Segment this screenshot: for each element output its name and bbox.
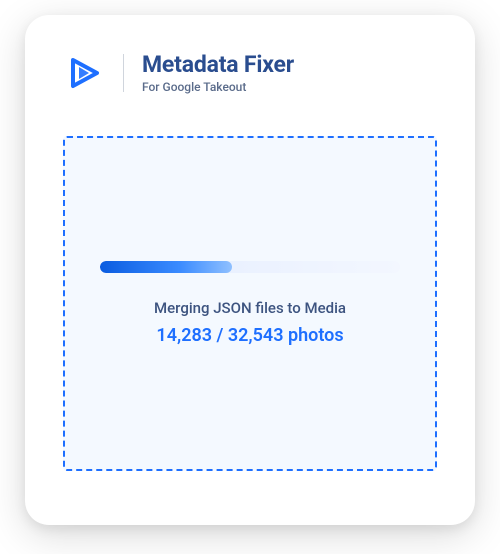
app-subtitle: For Google Takeout [142,80,294,94]
header-divider [123,54,124,92]
app-logo-icon [63,52,105,94]
progress-count-label: 14,283 / 32,543 photos [156,325,343,346]
progress-bar-fill [100,261,232,273]
header: Metadata Fixer For Google Takeout [63,51,437,94]
app-card: Metadata Fixer For Google Takeout Mergin… [25,15,475,525]
progress-panel: Merging JSON files to Media 14,283 / 32,… [63,136,437,471]
progress-status-label: Merging JSON files to Media [154,299,346,317]
progress-bar-track [100,261,400,273]
app-title: Metadata Fixer [142,51,294,78]
title-block: Metadata Fixer For Google Takeout [142,51,294,94]
